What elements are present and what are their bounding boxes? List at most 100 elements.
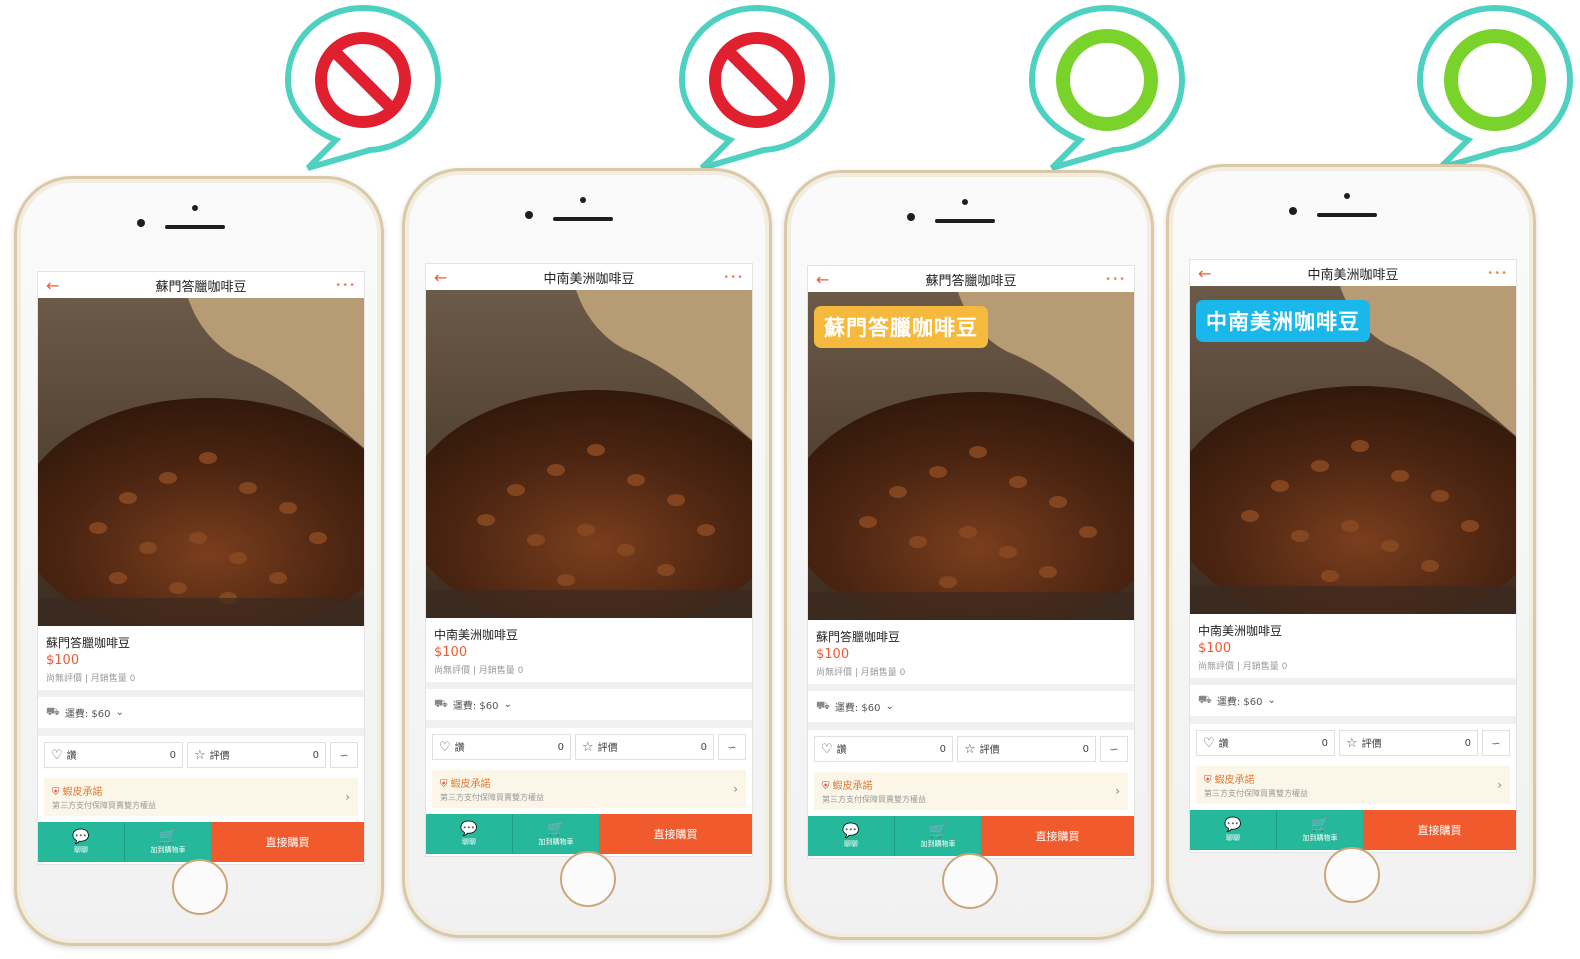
product-name: 蘇門答臘咖啡豆 bbox=[46, 636, 131, 650]
truck-icon: ⛟ bbox=[1198, 693, 1212, 706]
arrow-left-icon[interactable]: ← bbox=[46, 276, 70, 295]
like-button[interactable]: ♡ 讚 0 bbox=[1196, 730, 1335, 756]
add-to-cart-button[interactable]: 🛒 加到購物車 bbox=[124, 822, 211, 862]
coffee-beans-image bbox=[38, 298, 364, 626]
product-info: 蘇門答臘咖啡豆 $100 尚無評價 | 月銷售量 0 bbox=[38, 626, 364, 690]
cart-icon: 🛒 bbox=[1311, 817, 1329, 833]
more-dots-icon[interactable]: ••• bbox=[332, 280, 356, 291]
cart-label: 加到購物車 bbox=[1302, 834, 1338, 842]
divider bbox=[808, 722, 1134, 730]
product-meta: 尚無評價 | 月銷售量 0 bbox=[1198, 662, 1288, 672]
chevron-down-icon: ⌄ bbox=[1267, 695, 1276, 706]
home-button[interactable] bbox=[942, 853, 998, 909]
rating-label: 評價 bbox=[209, 751, 230, 762]
share-icon[interactable]: ∽ bbox=[1100, 736, 1128, 762]
more-dots-icon[interactable]: ••• bbox=[720, 272, 744, 283]
chat-label: 聊聊 bbox=[74, 846, 88, 854]
add-to-cart-button[interactable]: 🛒 加到購物車 bbox=[512, 814, 599, 854]
front-sensor bbox=[962, 199, 968, 205]
product-image: 蘇門答臘咖啡豆 bbox=[808, 292, 1134, 620]
more-dots-icon[interactable]: ••• bbox=[1102, 274, 1126, 285]
chat-button[interactable]: 💬 聊聊 bbox=[426, 814, 512, 854]
arrow-left-icon[interactable]: ← bbox=[434, 268, 458, 287]
heart-icon: ♡ bbox=[439, 740, 451, 755]
star-icon: ☆ bbox=[1346, 736, 1358, 751]
buy-now-button[interactable]: 直接購買 bbox=[1363, 810, 1516, 850]
shipping-row[interactable]: ⛟ 運費: $60 ⌄ bbox=[808, 691, 1134, 722]
buy-now-button[interactable]: 直接購買 bbox=[981, 816, 1134, 856]
like-button[interactable]: ♡ 讚 0 bbox=[814, 736, 953, 762]
action-row: ♡ 讚 0 ☆ 評價 0 ∽ bbox=[38, 736, 364, 774]
cart-label: 加到購物車 bbox=[538, 838, 574, 846]
phone-4: ← 中南美洲咖啡豆 ••• 中南美洲咖啡豆 中南美洲咖啡豆 $100 尚無評價 … bbox=[1166, 164, 1536, 934]
page-title: 中南美洲咖啡豆 bbox=[1307, 267, 1399, 283]
promise-title: 蝦皮承諾 bbox=[1214, 775, 1255, 786]
chat-button[interactable]: 💬 聊聊 bbox=[1190, 810, 1276, 850]
bottom-bar: 💬 聊聊 🛒 加到購物車 直接購買 bbox=[808, 816, 1134, 856]
cart-icon: 🛒 bbox=[547, 821, 565, 837]
like-count: 0 bbox=[169, 749, 176, 761]
buy-now-button[interactable]: 直接購買 bbox=[211, 822, 364, 862]
shipping-row[interactable]: ⛟ 運費: $60 ⌄ bbox=[38, 697, 364, 728]
rating-count: 0 bbox=[1464, 737, 1471, 749]
promise-banner[interactable]: ⛨ 蝦皮承諾 第三方支付保障買賣雙方權益 › bbox=[1196, 766, 1510, 804]
home-button[interactable] bbox=[172, 859, 228, 915]
product-image bbox=[38, 298, 364, 626]
product-info: 中南美洲咖啡豆 $100 尚無評價 | 月銷售量 0 bbox=[1190, 614, 1516, 678]
share-icon[interactable]: ∽ bbox=[1482, 730, 1510, 756]
divider bbox=[38, 690, 364, 697]
product-image bbox=[426, 290, 752, 618]
home-button[interactable] bbox=[560, 851, 616, 907]
product-info: 中南美洲咖啡豆 $100 尚無評價 | 月銷售量 0 bbox=[426, 618, 752, 682]
shipping-row[interactable]: ⛟ 運費: $60 ⌄ bbox=[1190, 685, 1516, 716]
like-button[interactable]: ♡ 讚 0 bbox=[44, 742, 183, 768]
earpiece-speaker bbox=[165, 225, 225, 229]
rating-button[interactable]: ☆ 評價 0 bbox=[575, 734, 714, 760]
chat-icon: 💬 bbox=[460, 821, 478, 837]
truck-icon: ⛟ bbox=[816, 699, 830, 712]
promise-subtitle: 第三方支付保障買賣雙方權益 bbox=[822, 795, 926, 804]
more-dots-icon[interactable]: ••• bbox=[1484, 268, 1508, 279]
chat-icon: 💬 bbox=[72, 829, 90, 845]
page-title: 蘇門答臘咖啡豆 bbox=[155, 279, 247, 295]
top-nav: ← 中南美洲咖啡豆 ••• bbox=[426, 264, 752, 290]
shield-icon: ⛨ bbox=[440, 779, 448, 790]
like-count: 0 bbox=[1321, 737, 1328, 749]
cart-label: 加到購物車 bbox=[150, 846, 186, 854]
rating-count: 0 bbox=[1082, 743, 1089, 755]
heart-icon: ♡ bbox=[1203, 736, 1215, 751]
promise-banner[interactable]: ⛨ 蝦皮承諾 第三方支付保障買賣雙方權益 › bbox=[44, 778, 358, 816]
front-camera bbox=[525, 211, 533, 219]
prohibited-bubble-2 bbox=[672, 0, 842, 180]
action-row: ♡ 讚 0 ☆ 評價 0 ∽ bbox=[1190, 724, 1516, 762]
ok-circle-icon bbox=[1416, 4, 1574, 171]
promise-subtitle: 第三方支付保障買賣雙方權益 bbox=[52, 801, 156, 810]
top-nav: ← 中南美洲咖啡豆 ••• bbox=[1190, 260, 1516, 286]
promise-banner[interactable]: ⛨ 蝦皮承諾 第三方支付保障買賣雙方權益 › bbox=[814, 772, 1128, 810]
page-title: 中南美洲咖啡豆 bbox=[543, 271, 635, 287]
rating-button[interactable]: ☆ 評價 0 bbox=[187, 742, 326, 768]
rating-button[interactable]: ☆ 評價 0 bbox=[1339, 730, 1478, 756]
like-button[interactable]: ♡ 讚 0 bbox=[432, 734, 571, 760]
share-icon[interactable]: ∽ bbox=[718, 734, 746, 760]
home-button[interactable] bbox=[1324, 847, 1380, 903]
promise-title: 蝦皮承諾 bbox=[62, 787, 103, 798]
phone-3: ← 蘇門答臘咖啡豆 ••• 蘇門答臘咖啡豆 蘇門答臘咖啡豆 $100 尚無評價 … bbox=[784, 170, 1154, 940]
product-meta: 尚無評價 | 月銷售量 0 bbox=[434, 666, 524, 676]
rating-button[interactable]: ☆ 評價 0 bbox=[957, 736, 1096, 762]
chat-label: 聊聊 bbox=[1226, 834, 1240, 842]
buy-now-button[interactable]: 直接購買 bbox=[599, 814, 752, 854]
action-row: ♡ 讚 0 ☆ 評價 0 ∽ bbox=[808, 730, 1134, 768]
promise-banner[interactable]: ⛨ 蝦皮承諾 第三方支付保障買賣雙方權益 › bbox=[432, 770, 746, 808]
ok-bubble-1 bbox=[1022, 0, 1192, 180]
chat-label: 聊聊 bbox=[844, 840, 858, 848]
arrow-left-icon[interactable]: ← bbox=[1198, 264, 1222, 283]
add-to-cart-button[interactable]: 🛒 加到購物車 bbox=[1276, 810, 1363, 850]
add-to-cart-button[interactable]: 🛒 加到購物車 bbox=[894, 816, 981, 856]
chat-button[interactable]: 💬 聊聊 bbox=[38, 822, 124, 862]
star-icon: ☆ bbox=[964, 742, 976, 757]
arrow-left-icon[interactable]: ← bbox=[816, 270, 840, 289]
share-icon[interactable]: ∽ bbox=[330, 742, 358, 768]
shipping-row[interactable]: ⛟ 運費: $60 ⌄ bbox=[426, 689, 752, 720]
chat-button[interactable]: 💬 聊聊 bbox=[808, 816, 894, 856]
